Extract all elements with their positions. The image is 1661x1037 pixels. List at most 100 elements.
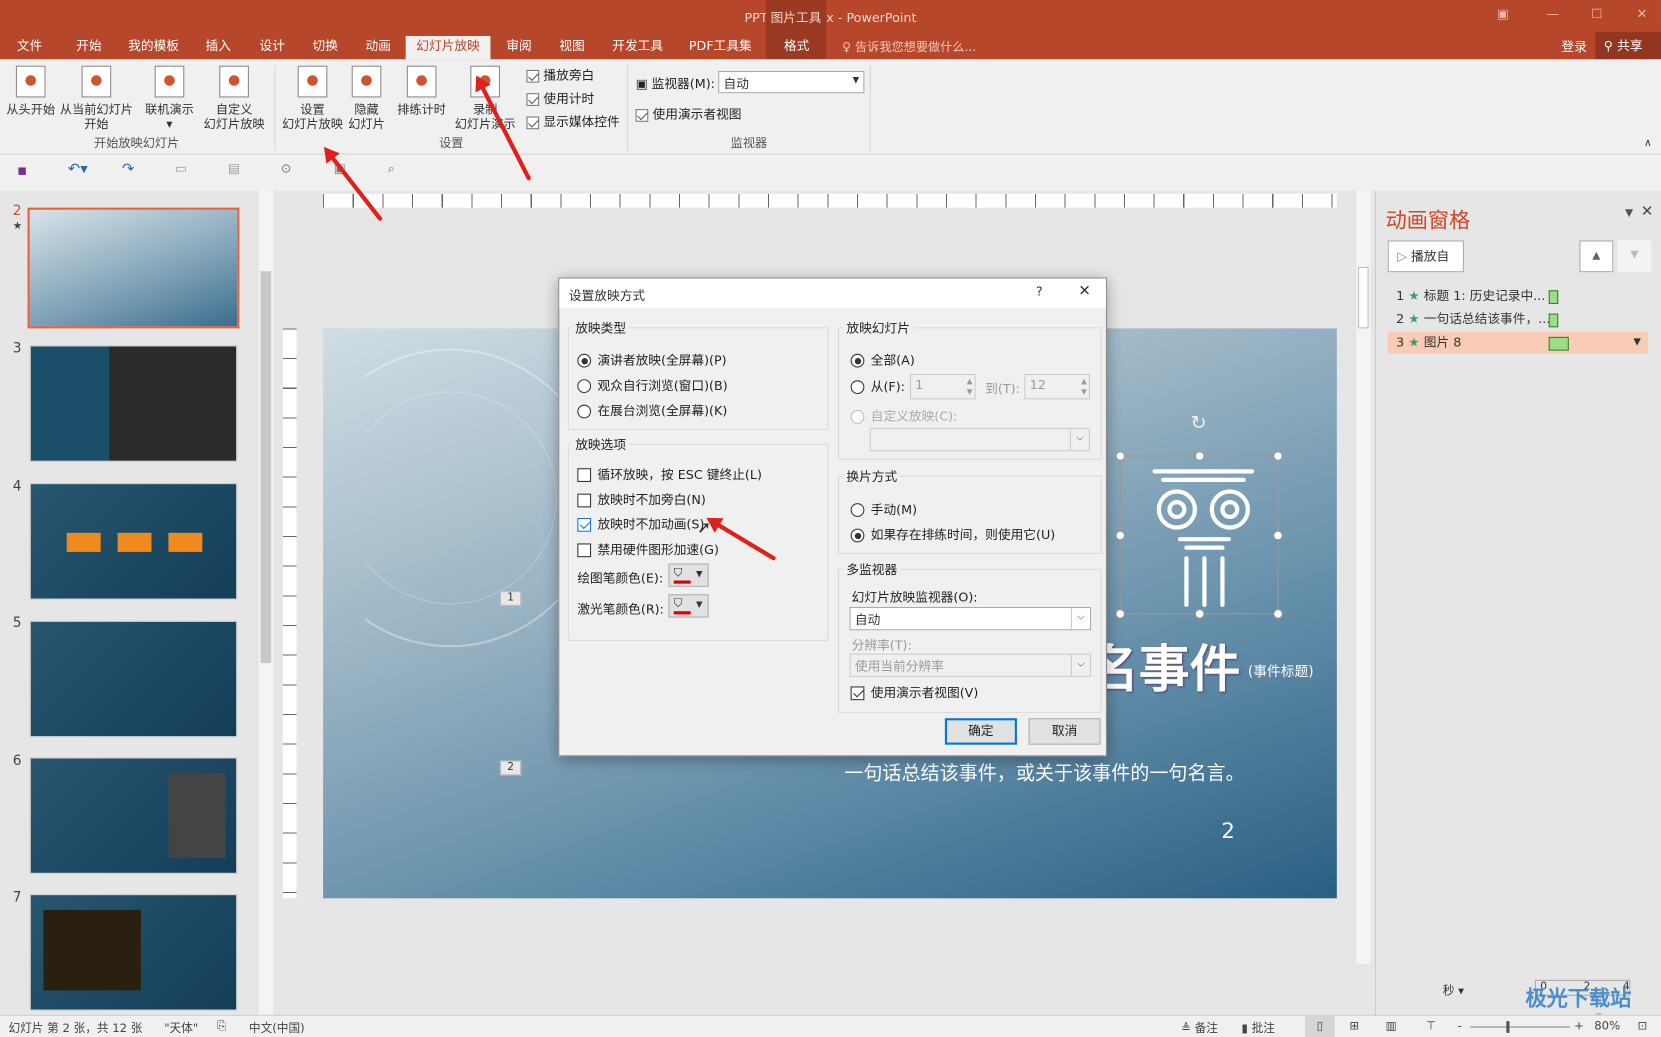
zoom-level[interactable]: 80% [1594, 1019, 1620, 1033]
tab-pdf-tools[interactable]: PDF工具集 [682, 36, 758, 59]
tab-developer[interactable]: 开发工具 [606, 36, 670, 59]
radio[interactable] [850, 353, 865, 368]
resolution-select[interactable]: 使用当前分辨率 ⌵ [849, 653, 1092, 677]
rotate-handle-icon[interactable]: ↻ [1191, 412, 1207, 434]
play-from-button[interactable]: ▷ 播放自 [1387, 240, 1464, 273]
spinner-arrows-icon[interactable]: ▲ ▼ [967, 376, 973, 397]
tab-format[interactable]: 格式 [773, 36, 820, 59]
zoom-slider-thumb[interactable] [1506, 1021, 1510, 1033]
checkbox[interactable] [526, 92, 540, 106]
setup-slide-show-button[interactable]: 设置 幻灯片放映 [280, 61, 346, 131]
resize-handle[interactable] [1273, 451, 1283, 461]
preview-icon[interactable]: ⌕ [388, 161, 395, 177]
hide-slide-button[interactable]: 隐藏 幻灯片 [345, 61, 387, 131]
undo-icon[interactable]: ↶▾ [68, 161, 88, 178]
radio[interactable] [577, 353, 592, 368]
use-timings-checkbox[interactable]: 使用计时 [526, 89, 594, 107]
laser-color-button[interactable]: ⛉ ▼ [668, 594, 709, 618]
slide-title-note[interactable]: (事件标题) [1248, 660, 1314, 680]
tab-templates[interactable]: 我的模板 [123, 36, 184, 59]
item-dropdown-icon[interactable]: ▼ [1633, 332, 1640, 354]
close-button[interactable]: ✕ [1637, 6, 1648, 21]
pen-color-button[interactable]: ⛉ ▼ [668, 563, 709, 587]
editor-scrollbar[interactable] [1354, 190, 1371, 964]
radio-use-timings[interactable]: 如果存在排练时间，则使用它(U) [850, 525, 1055, 543]
comments-button[interactable]: ▮ 批注 [1241, 1019, 1274, 1036]
loop-checkbox[interactable]: 循环放映，按 ESC 键终止(L) [577, 465, 762, 483]
present-icon[interactable]: ▭ [175, 161, 187, 176]
presenter-view-checkbox[interactable]: 使用演示者视图 [635, 105, 742, 123]
from-slide-spinner[interactable]: 1 ▲ ▼ [909, 373, 976, 400]
tab-transitions[interactable]: 切换 [304, 36, 346, 59]
radio-presenter[interactable]: 演讲者放映(全屏幕)(P) [577, 351, 727, 369]
ok-button[interactable]: 确定 [944, 718, 1017, 745]
tell-me-box[interactable]: ♀ 告诉我您想要做什么... [842, 38, 976, 55]
tab-file[interactable]: 文件 [8, 36, 50, 59]
seconds-dropdown[interactable]: 秒 ▾ [1443, 982, 1464, 999]
radio-custom-show[interactable]: 自定义放映(C): [850, 407, 957, 425]
share-button[interactable]: ⚲ 共享 [1595, 31, 1661, 60]
radio[interactable] [577, 379, 592, 394]
slide-title[interactable]: 名事件 [1088, 627, 1241, 701]
tab-design[interactable]: 设计 [251, 36, 293, 59]
redo-icon[interactable]: ↷ [122, 161, 134, 178]
radio-browsed-window[interactable]: 观众自行浏览(窗口)(B) [577, 376, 728, 394]
radio-all-slides[interactable]: 全部(A) [850, 351, 915, 369]
dialog-close-button[interactable]: ✕ [1078, 283, 1090, 300]
no-animation-checkbox[interactable]: 放映时不加动画(S) [577, 515, 704, 533]
custom-show-button[interactable]: 自定义 幻灯片放映 [197, 61, 271, 131]
fit-to-window-icon[interactable]: ⊡ [1638, 1019, 1648, 1033]
thumbnail-scrollbar[interactable] [257, 190, 274, 1015]
slide-subtitle[interactable]: 一句话总结该事件，或关于该事件的一句名言。 [844, 758, 1244, 786]
checkbox[interactable] [577, 493, 592, 508]
spellcheck-icon[interactable]: ⎘ [217, 1019, 226, 1034]
tab-slide-show[interactable]: 幻灯片放映 [405, 36, 491, 60]
radio[interactable] [577, 404, 592, 419]
slide-page-number[interactable]: 2 [1221, 818, 1234, 843]
no-narration-checkbox[interactable]: 放映时不加旁白(N) [577, 490, 706, 508]
slide-thumbnail-4[interactable] [29, 483, 238, 600]
animation-tag-1[interactable]: 1 [499, 591, 522, 606]
tab-animations[interactable]: 动画 [357, 36, 399, 59]
slide-thumbnail-2[interactable] [27, 207, 240, 329]
checkbox[interactable] [577, 543, 592, 558]
slide-thumbnail-3[interactable] [29, 345, 238, 462]
animation-item-2[interactable]: 2 ★ 一句话总结该事件，... [1388, 308, 1649, 330]
scroll-thumb[interactable] [1358, 266, 1369, 329]
animation-item-1[interactable]: 1 ★ 标题 1: 历史记录中... [1388, 285, 1649, 307]
show-media-controls-checkbox[interactable]: 显示媒体控件 [526, 112, 620, 130]
resize-handle[interactable] [1273, 609, 1283, 619]
checkbox[interactable] [577, 468, 592, 482]
textbox-icon[interactable]: ▤ [228, 161, 240, 176]
ribbon-display-icon[interactable]: ▣ [1497, 6, 1509, 21]
checkbox[interactable] [577, 517, 592, 532]
resize-handle[interactable] [1194, 609, 1205, 619]
radio[interactable] [850, 503, 865, 517]
collapse-ribbon-icon[interactable]: ∧ [1644, 138, 1652, 150]
close-pane-icon[interactable]: ✕ [1641, 203, 1653, 220]
radio[interactable] [850, 380, 865, 395]
login-link[interactable]: 登录 [1561, 37, 1586, 55]
checkbox[interactable] [850, 686, 865, 701]
slide-thumbnail-7[interactable] [29, 894, 238, 1011]
animation-tag-2[interactable]: 2 [499, 760, 522, 776]
normal-view-icon[interactable]: ▯ [1305, 1015, 1335, 1037]
from-beginning-button[interactable]: 从头开始 [4, 61, 57, 117]
pane-options-icon[interactable]: ▼ [1625, 208, 1633, 220]
resize-handle[interactable] [1273, 530, 1283, 541]
selected-picture[interactable]: ↻ [1115, 412, 1283, 619]
rehearse-timings-button[interactable]: 排练计时 [394, 61, 449, 117]
tab-home[interactable]: 开始 [68, 36, 110, 59]
slide-thumbnail-5[interactable] [29, 620, 238, 738]
radio[interactable] [850, 528, 865, 543]
slideshow-view-icon[interactable]: ⊤ [1426, 1019, 1436, 1033]
slide-show-monitor-select[interactable]: 自动 ⌵ [849, 606, 1092, 631]
tab-insert[interactable]: 插入 [197, 36, 239, 59]
zoom-in-icon[interactable]: + [1574, 1019, 1584, 1033]
checkbox[interactable] [526, 115, 540, 129]
radio-kiosk[interactable]: 在展台浏览(全屏幕)(K) [577, 401, 727, 419]
resize-handle[interactable] [1115, 609, 1125, 619]
animation-item-3[interactable]: 3 ★ 图片 8 ▼ [1387, 331, 1649, 354]
minimize-button[interactable]: — [1547, 6, 1560, 21]
move-down-button[interactable]: ▼ [1617, 240, 1652, 273]
